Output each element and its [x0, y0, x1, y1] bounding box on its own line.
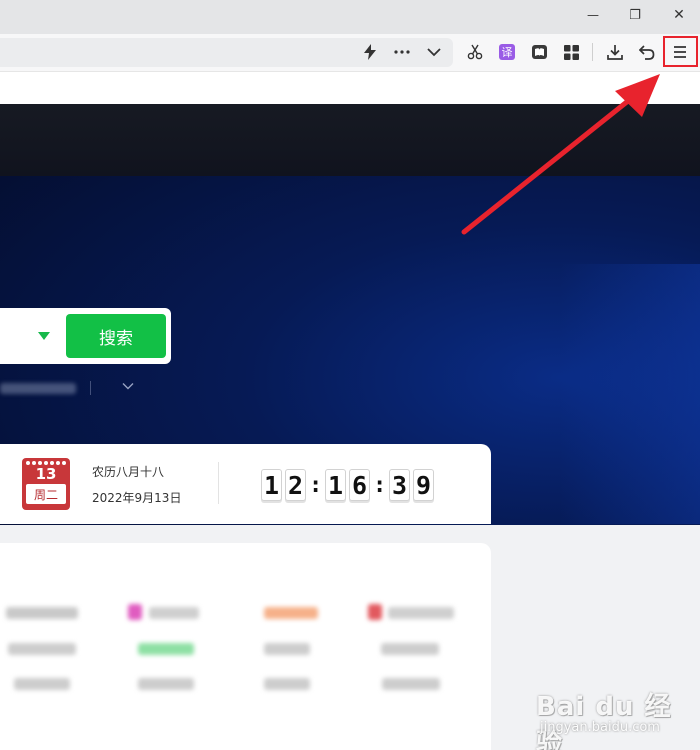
clock-hour-tens: 1: [261, 469, 282, 501]
lightning-icon[interactable]: [357, 39, 383, 65]
quick-link[interactable]: [8, 643, 76, 655]
download-icon[interactable]: [602, 39, 628, 65]
expand-chevron-icon[interactable]: [122, 379, 134, 393]
gregorian-date: 2022年9月13日: [92, 491, 182, 505]
clock-minute-ones: 6: [349, 469, 370, 501]
watermark-url: jingyan.baidu.com: [540, 720, 660, 735]
scissors-icon[interactable]: [462, 39, 488, 65]
undo-icon[interactable]: [634, 39, 660, 65]
quick-link[interactable]: [381, 643, 439, 655]
quick-link[interactable]: [388, 607, 454, 619]
calendar-icon[interactable]: 13 周二: [22, 458, 70, 510]
quick-link[interactable]: [138, 678, 194, 690]
quick-link[interactable]: [264, 643, 310, 655]
hot-search-divider: [90, 381, 91, 395]
close-button[interactable]: ✕: [656, 0, 700, 30]
calendar-day-number: 13: [35, 465, 57, 483]
restore-button[interactable]: ❐: [612, 0, 658, 30]
browser-toolbar: 译: [0, 34, 700, 72]
quick-link[interactable]: [14, 678, 70, 690]
quick-link[interactable]: [149, 607, 199, 619]
date-time-card: 13 周二 农历八月十八 2022年9月13日 1 2 : 1 6 : 3 9: [0, 444, 491, 524]
menu-highlight-box: [663, 36, 698, 67]
chevron-down-icon[interactable]: [421, 39, 447, 65]
hot-search-links: [0, 379, 140, 399]
quick-link[interactable]: [138, 643, 194, 655]
toolbar-divider: [592, 43, 593, 61]
reader-icon[interactable]: [526, 39, 552, 65]
restore-icon: ❐: [629, 7, 641, 23]
minimize-icon: —: [587, 8, 599, 22]
clock-separator: :: [373, 472, 387, 498]
digital-clock: 1 2 : 1 6 : 3 9: [261, 468, 437, 502]
clock-second-tens: 3: [389, 469, 410, 501]
search-engine-dropdown-icon[interactable]: [38, 332, 50, 340]
title-bar: — ❐ ✕: [0, 0, 700, 34]
quick-link[interactable]: [382, 678, 440, 690]
clock-second-ones: 9: [413, 469, 434, 501]
apps-grid-icon[interactable]: [558, 39, 584, 65]
translate-icon[interactable]: 译: [494, 39, 520, 65]
address-bar[interactable]: [0, 38, 453, 67]
quick-link[interactable]: [6, 607, 78, 619]
search-box[interactable]: 搜索: [0, 308, 171, 364]
baidu-jingyan-watermark: Bai du 经验 jingyan.baidu.com: [532, 686, 672, 750]
hot-search-link[interactable]: [0, 383, 76, 394]
clock-minute-tens: 1: [325, 469, 346, 501]
calendar-weekday: 周二: [26, 484, 66, 504]
quick-link-icon: [368, 604, 382, 620]
clock-hour-ones: 2: [285, 469, 306, 501]
search-button[interactable]: 搜索: [66, 314, 166, 358]
hero-glow: [560, 264, 700, 524]
quick-link[interactable]: [264, 678, 310, 690]
card-divider: [218, 462, 219, 504]
quick-link-icon: [128, 604, 142, 620]
quick-links-panel: [0, 543, 491, 750]
clock-separator: :: [309, 472, 323, 498]
close-icon: ✕: [673, 7, 685, 23]
translate-glyph: 译: [499, 44, 515, 60]
more-icon[interactable]: [389, 39, 415, 65]
hero-top-band: [0, 104, 700, 176]
watermark-logo-text: Bai du 经验: [536, 692, 672, 750]
page-top-strip: [0, 72, 700, 104]
minimize-button[interactable]: —: [570, 0, 616, 30]
lunar-date: 农历八月十八: [92, 465, 165, 479]
quick-link[interactable]: [264, 607, 318, 619]
